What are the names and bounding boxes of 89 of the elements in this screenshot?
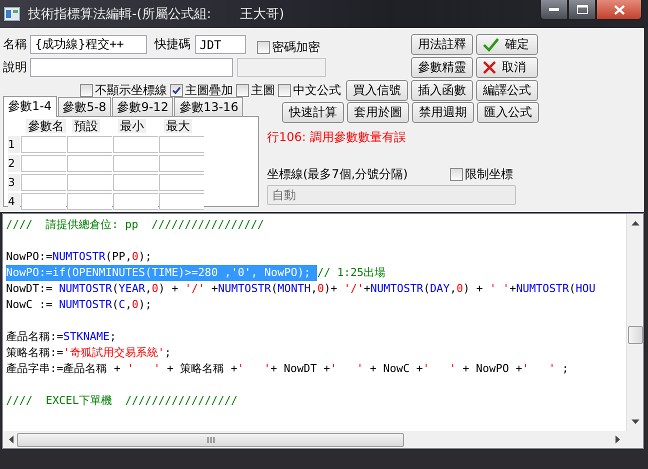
code-line: 產品名稱:=STKNAME;: [6, 329, 116, 345]
button[interactable]: 插入函數: [411, 80, 473, 101]
button[interactable]: 確定: [476, 34, 538, 55]
down-arrow-icon[interactable]: [630, 419, 640, 425]
input-field[interactable]: [67, 136, 112, 153]
input-field[interactable]: [67, 155, 112, 172]
name-field[interactable]: {成功線}程交++: [30, 35, 147, 54]
checkbox-label[interactable]: 密碼加密: [272, 39, 320, 56]
close-button[interactable]: [596, 0, 642, 20]
error-message: 行106: 調用參數數量有誤: [267, 129, 407, 146]
grip-icon: [206, 436, 214, 442]
input-field[interactable]: [159, 155, 204, 172]
checkbox[interactable]: [450, 168, 463, 181]
input-field[interactable]: [113, 174, 158, 191]
button[interactable]: 買入信號: [346, 80, 408, 101]
code-line: 產品字串:=產品名稱 + ' ' + 策略名稱 +' '+ NowDT +' ' + NowC +' ' + NowPO +' ' ;: [6, 361, 569, 377]
input-field[interactable]: [113, 193, 158, 210]
window-title: 技術指標算法編輯-(所屬公式組: 王大哥): [28, 6, 284, 23]
code-line: 策略名稱:='奇狐試用交易系統';: [6, 345, 172, 361]
tab[interactable]: 參數5-8: [58, 97, 112, 116]
field-label: 坐標線(最多7個,分號分隔): [267, 166, 408, 183]
column-header: 參數名: [26, 119, 66, 133]
button[interactable]: 參數精靈: [411, 57, 473, 78]
checkbox[interactable]: [170, 84, 183, 97]
button[interactable]: 取消: [476, 57, 538, 78]
code-line: NowC := NUMTOSTR(C,0);: [6, 297, 152, 313]
check-icon: [483, 38, 499, 52]
horizontal-scrollbar[interactable]: [3, 431, 626, 448]
code-line: //// 請提供總倉位: pp /////////////////: [6, 217, 264, 233]
checkbox-label[interactable]: 限制坐標: [465, 166, 513, 183]
input-field[interactable]: [21, 155, 66, 172]
checkbox[interactable]: [80, 84, 93, 97]
scrollbar-thumb[interactable]: [628, 326, 642, 344]
scrollbar-thumb[interactable]: [17, 432, 404, 446]
checkbox[interactable]: [256, 41, 270, 54]
input-field[interactable]: [21, 193, 66, 210]
code-line: NowDT:= NUMTOSTR(YEAR,0) + '/' +NUMTOSTR(MONTH,0)+ '/'+NUMTOSTR(DAY,0) + ' '+NUMTOSTR(HOU: [6, 281, 596, 297]
input-field[interactable]: [159, 174, 204, 191]
checkbox-label[interactable]: 主圖: [251, 82, 275, 99]
axis-field[interactable]: 自動: [267, 185, 516, 205]
button[interactable]: 快速計算: [282, 102, 344, 123]
minimize-icon: [549, 8, 559, 12]
button[interactable]: 用法註釋: [411, 34, 473, 55]
tab[interactable]: 參數9-12: [112, 97, 174, 116]
field-label: 說明: [3, 59, 27, 76]
right-arrow-icon[interactable]: [615, 435, 621, 444]
checkbox-label[interactable]: 中文公式: [293, 82, 341, 99]
up-arrow-icon[interactable]: [630, 220, 640, 226]
row-number: 1: [8, 136, 20, 153]
maximize-icon: [576, 5, 588, 14]
input-field[interactable]: [159, 136, 204, 153]
tab[interactable]: 參數13-16: [174, 97, 244, 116]
checkbox-label[interactable]: 主圖疊加: [185, 82, 233, 99]
row-number: 2: [8, 155, 20, 172]
input-field[interactable]: [67, 174, 112, 191]
row-number: 4: [8, 193, 20, 210]
column-header: 預設: [72, 119, 100, 133]
shortcut-field[interactable]: JDT: [194, 35, 246, 54]
button[interactable]: 禁用週期: [412, 102, 474, 123]
input-field[interactable]: [67, 193, 112, 210]
code-line: NowPO:=NUMTOSTR(PP,0);: [6, 249, 152, 265]
input-field[interactable]: [21, 174, 66, 191]
checkbox[interactable]: [236, 84, 249, 97]
maximize-button[interactable]: [568, 0, 596, 20]
button[interactable]: 套用於圖: [347, 102, 409, 123]
close-icon: [614, 4, 624, 14]
description-field[interactable]: [30, 58, 234, 77]
vertical-scrollbar[interactable]: [626, 214, 643, 431]
code-line: //// EXCEL下單機 /////////////////: [6, 393, 238, 409]
button[interactable]: 編譯公式: [476, 80, 538, 101]
field-label: 快捷碼: [154, 36, 191, 53]
app-icon: [4, 7, 20, 21]
minimize-button[interactable]: [540, 0, 568, 20]
field-label: 名稱: [3, 36, 27, 53]
code-line: NowPO:=if(OPENMINUTES(TIME)>=280 ,'0', NowPO); // 1:25出場: [6, 265, 386, 281]
tab[interactable]: 參數1-4: [3, 96, 57, 117]
close-icon: [483, 61, 496, 74]
checkbox[interactable]: [278, 84, 291, 97]
selected-text: NowPO:=if(OPENMINUTES(TIME)>=280 ,'0', NowPO);: [6, 265, 318, 281]
button[interactable]: 匯入公式: [477, 102, 539, 123]
input-field[interactable]: [113, 155, 158, 172]
left-arrow-icon[interactable]: [8, 435, 14, 444]
input-field[interactable]: [21, 136, 66, 153]
row-number: 3: [8, 174, 20, 191]
checkbox-label[interactable]: 不顯示坐標線: [95, 82, 167, 99]
column-header: 最小: [118, 119, 146, 133]
column-header: 最大: [164, 119, 192, 133]
input-field[interactable]: [159, 193, 204, 210]
input-field[interactable]: [113, 136, 158, 153]
